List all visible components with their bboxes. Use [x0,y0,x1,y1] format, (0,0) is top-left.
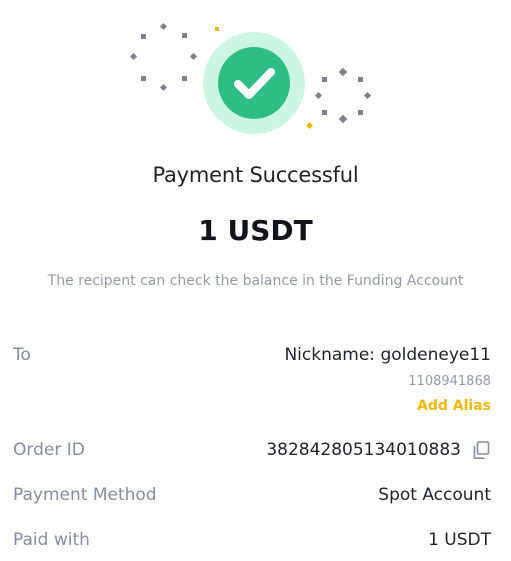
payment-method-label: Payment Method [13,485,157,505]
funding-account-note: The recipent can check the balance in th… [47,273,464,289]
order-id-label: Order ID [13,440,85,460]
confetti-decoration [129,22,372,134]
add-alias-link[interactable]: Add Alias [417,398,491,414]
payment-status-title: Payment Successful [152,163,359,187]
order-id-value: 382842805134010883 [266,440,461,460]
paid-with-value: 1 USDT [428,530,491,550]
success-circle [218,47,290,119]
to-label: To [13,345,31,365]
recipient-user-id: 1108941868 [408,374,491,389]
paid-with-label: Paid with [13,530,90,550]
order-id-group: 382842805134010883 [266,439,491,461]
payment-amount: 1 USDT [198,214,313,247]
payment-method-value: Spot Account [378,485,491,505]
copy-icon[interactable] [471,440,491,460]
success-illustration [0,0,511,150]
recipient-nickname: Nickname: goldeneye11 [284,345,491,365]
